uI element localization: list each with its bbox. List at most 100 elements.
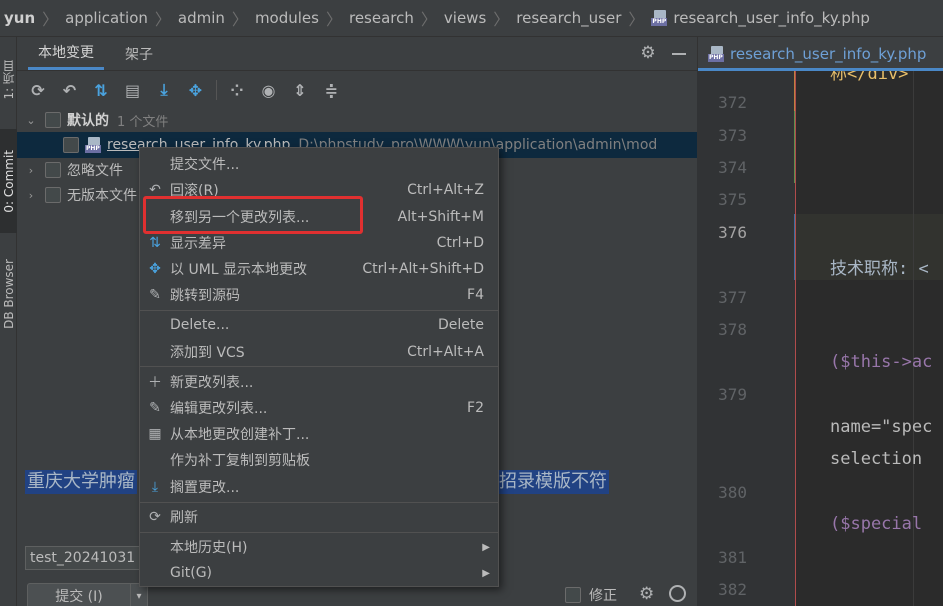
- project-tool-tab[interactable]: 1: 项目: [0, 43, 17, 117]
- php-file-icon: PHP: [85, 137, 103, 153]
- amend-label: 修正: [589, 588, 617, 604]
- tab-local-changes[interactable]: 本地变更: [28, 37, 104, 70]
- menu-item-label: 添加到 VCS: [170, 345, 245, 361]
- code-line: ($special: [830, 514, 923, 534]
- db-browser-tool-tab[interactable]: DB Browser: [0, 243, 17, 345]
- group-by-icon[interactable]: ⁘: [226, 79, 248, 101]
- chevron-right-icon[interactable]: ›: [25, 189, 37, 202]
- menu-item-shortcut: F4: [467, 287, 484, 303]
- chevron-right-icon: 〉: [493, 10, 510, 29]
- toolbar-divider: [216, 80, 217, 100]
- refresh-icon: ⟳: [149, 509, 161, 525]
- commit-tab-label: 0: Commit: [1, 149, 16, 213]
- php-file-icon: PHP: [651, 10, 669, 26]
- diff-icon[interactable]: ⇅: [90, 79, 112, 101]
- line-number: 377: [718, 288, 747, 307]
- menu-item-commit-file[interactable]: 提交文件...: [140, 151, 498, 177]
- menu-separator: [140, 502, 498, 503]
- menu-item-add-to-vcs[interactable]: 添加到 VCS Ctrl+Alt+A: [140, 339, 498, 365]
- commit-button[interactable]: 提交 (I): [27, 583, 131, 606]
- pencil-icon: ✎: [149, 287, 161, 303]
- commit-tool-tab[interactable]: 0: Commit: [0, 129, 17, 233]
- pencil-icon: ✎: [149, 400, 161, 416]
- changelist-icon[interactable]: ▤: [122, 79, 144, 101]
- commit-message-text: 重庆大学肿瘤: [25, 470, 137, 494]
- breadcrumb-item-application[interactable]: application: [65, 9, 148, 27]
- menu-item-label: 本地历史(H): [170, 540, 248, 556]
- menu-item-git[interactable]: Git(G) ▶: [140, 560, 498, 586]
- file-checkbox[interactable]: [63, 137, 79, 153]
- chevron-right-icon: 〉: [154, 10, 171, 29]
- line-number: 379: [718, 385, 747, 404]
- chevron-down-icon[interactable]: ⌄: [25, 114, 37, 127]
- submenu-arrow-icon: ▶: [482, 541, 490, 553]
- breadcrumb: yun 〉 application 〉 admin 〉 modules 〉 re…: [0, 0, 943, 37]
- group-checkbox[interactable]: [45, 162, 61, 178]
- expand-all-icon[interactable]: ⇕: [289, 79, 311, 101]
- refresh-icon[interactable]: ⟳: [27, 79, 49, 101]
- history-icon[interactable]: [669, 585, 686, 602]
- rollback-icon[interactable]: ↶: [59, 79, 81, 101]
- annotation-highlight-box: [143, 196, 363, 234]
- menu-item-new-changelist[interactable]: ＋ 新更改列表...: [140, 369, 498, 395]
- menu-item-edit-changelist[interactable]: ✎ 编辑更改列表... F2: [140, 395, 498, 421]
- unversioned-files-label: 无版本文件: [67, 188, 137, 204]
- uml-icon: ✥: [149, 261, 161, 277]
- update-icon[interactable]: ⤓: [153, 79, 175, 101]
- editor-tab-label: research_user_info_ky.php: [730, 45, 927, 63]
- php-file-icon: PHP: [708, 46, 726, 62]
- chevron-right-icon: 〉: [325, 10, 342, 29]
- uml-icon[interactable]: ✥: [185, 79, 207, 101]
- code-line: 技术职称: <: [830, 259, 929, 279]
- group-checkbox[interactable]: [45, 112, 61, 128]
- breadcrumb-item-research-user[interactable]: research_user: [516, 9, 621, 27]
- chevron-right-icon: 〉: [420, 10, 437, 29]
- line-number: 382: [718, 580, 747, 599]
- menu-item-label: Git(G): [170, 565, 212, 581]
- menu-item-label: 搁置更改...: [170, 480, 240, 496]
- editor-gutter: 372 373 374 375 376 377 378 379 380 381 …: [697, 71, 811, 606]
- menu-item-copy-patch[interactable]: 作为补丁复制到剪贴板: [140, 447, 498, 473]
- chevron-right-icon[interactable]: ›: [25, 164, 37, 177]
- breadcrumb-item-yun[interactable]: yun: [4, 9, 35, 27]
- commit-message-text-tail: 招录模版不符: [497, 470, 609, 494]
- breadcrumb-item-research[interactable]: research: [349, 9, 414, 27]
- menu-item-label: 提交文件...: [170, 157, 240, 173]
- menu-item-shelve[interactable]: ⤓ 搁置更改...: [140, 474, 498, 500]
- breadcrumb-item-modules[interactable]: modules: [255, 9, 319, 27]
- breadcrumb-item-file[interactable]: research_user_info_ky.php: [673, 9, 869, 27]
- menu-item-shortcut: Ctrl+Alt+Z: [407, 182, 484, 198]
- code-line: 称</div>: [830, 71, 909, 84]
- db-browser-tab-label: DB Browser: [1, 259, 16, 329]
- breadcrumb-item-views[interactable]: views: [444, 9, 486, 27]
- menu-item-create-patch[interactable]: ▦ 从本地更改创建补丁...: [140, 421, 498, 447]
- minimize-icon[interactable]: [672, 53, 686, 55]
- menu-item-label: Delete...: [170, 317, 230, 333]
- group-checkbox[interactable]: [45, 187, 61, 203]
- menu-separator: [140, 366, 498, 367]
- collapse-all-icon[interactable]: ≑: [321, 79, 343, 101]
- gear-icon[interactable]: ⚙: [639, 584, 654, 604]
- menu-item-local-history[interactable]: 本地历史(H) ▶: [140, 534, 498, 560]
- project-tab-label: 1: 项目: [2, 60, 16, 100]
- commit-message-input[interactable]: test_20241031: [25, 546, 143, 570]
- line-number: 375: [718, 190, 747, 209]
- menu-item-label: 跳转到源码: [170, 288, 240, 304]
- chevron-right-icon: 〉: [42, 10, 59, 29]
- tab-shelf[interactable]: 架子: [115, 37, 163, 70]
- code-editor[interactable]: 称</div> 技术职称: < ($this->ac name="spec se…: [795, 71, 943, 606]
- eye-icon[interactable]: ◉: [258, 79, 280, 101]
- line-number: 372: [718, 93, 747, 112]
- gear-icon[interactable]: ⚙: [639, 44, 657, 62]
- menu-item-uml[interactable]: ✥ 以 UML 显示本地更改 Ctrl+Alt+Shift+D: [140, 256, 498, 282]
- menu-item-label: 显示差异: [170, 236, 226, 252]
- tree-row-default[interactable]: ⌄ 默认的 1 个文件: [17, 107, 697, 133]
- breadcrumb-item-admin[interactable]: admin: [178, 9, 225, 27]
- menu-item-jump-to-source[interactable]: ✎ 跳转到源码 F4: [140, 282, 498, 308]
- editor-tab-file[interactable]: PHP research_user_info_ky.php: [698, 37, 943, 71]
- menu-item-delete[interactable]: Delete... Delete: [140, 312, 498, 338]
- amend-checkbox[interactable]: 修正: [565, 585, 617, 605]
- line-number: 378: [718, 320, 747, 339]
- amend-checkbox-box[interactable]: [565, 587, 581, 603]
- menu-item-refresh[interactable]: ⟳ 刷新: [140, 504, 498, 530]
